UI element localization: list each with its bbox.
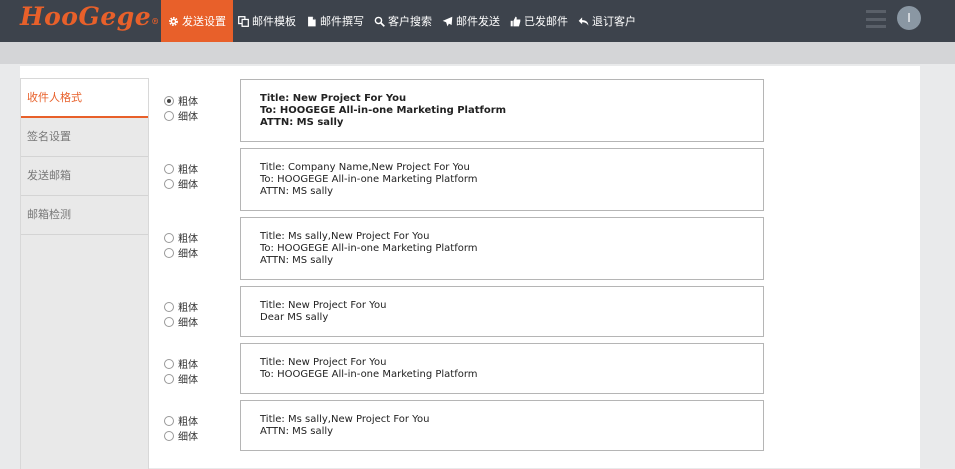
bold-radio-option[interactable]: 粗体: [164, 161, 198, 176]
logo-registered-mark: ®: [151, 16, 160, 26]
weight-radio-group: 粗体 细体: [164, 299, 198, 329]
radio-button[interactable]: [164, 110, 174, 121]
preview-line: Title: Company Name,New Project For You: [260, 161, 470, 173]
nav-item-compose-mail[interactable]: 邮件撰写: [301, 0, 369, 42]
bold-radio-option[interactable]: 粗体: [164, 299, 198, 314]
preview-line: ATTN: MS sally: [260, 254, 334, 266]
radio-button[interactable]: [164, 247, 174, 258]
bold-radio-option[interactable]: 粗体: [164, 356, 198, 371]
thumbs-up-icon: [510, 16, 521, 27]
top-nav-bar: HooGege® 发送设置 邮件模板 邮件撰写 客户搜索 邮件发送 已发邮件 退…: [0, 0, 955, 42]
bold-label: 粗体: [178, 360, 198, 371]
bold-radio-option[interactable]: 粗体: [164, 230, 198, 245]
thin-label: 细体: [178, 375, 198, 386]
menu-toggle-icon[interactable]: [866, 10, 886, 28]
nav-item-label: 发送设置: [182, 15, 226, 28]
bold-label: 粗体: [178, 417, 198, 428]
nav-item-label: 客户搜索: [388, 15, 432, 28]
thin-radio-option[interactable]: 细体: [164, 245, 198, 260]
weight-radio-group: 粗体 细体: [164, 161, 198, 191]
nav-item-label: 邮件发送: [456, 15, 500, 28]
nav-item-label: 邮件模板: [252, 15, 296, 28]
bold-radio-option[interactable]: 粗体: [164, 413, 198, 428]
avatar[interactable]: I: [897, 6, 921, 30]
bold-label: 粗体: [178, 97, 198, 108]
preview-line: Title: Ms sally,New Project For You: [260, 413, 430, 425]
radio-button[interactable]: [164, 301, 174, 312]
radio-button[interactable]: [164, 415, 174, 426]
sidebar-item-signature-settings[interactable]: 签名设置: [21, 118, 148, 157]
weight-radio-group: 粗体 细体: [164, 230, 198, 260]
thin-label: 细体: [178, 249, 198, 260]
radio-button[interactable]: [164, 232, 174, 243]
bold-label: 粗体: [178, 303, 198, 314]
weight-radio-group: 粗体 细体: [164, 356, 198, 386]
radio-button[interactable]: [164, 430, 174, 441]
format-preview-box: Title: Ms sally,New Project For You To: …: [240, 217, 764, 280]
logo-text: HooGege: [20, 2, 152, 31]
bold-radio-option[interactable]: 粗体: [164, 93, 198, 108]
gear-icon: [168, 16, 179, 27]
radio-button[interactable]: [164, 358, 174, 369]
nav-item-send-mail[interactable]: 邮件发送: [437, 0, 505, 42]
preview-line: ATTN: MS sally: [260, 425, 334, 437]
nav-item-sent-mail[interactable]: 已发邮件: [505, 0, 573, 42]
preview-line: ATTN: MS sally: [260, 116, 344, 128]
radio-button[interactable]: [164, 95, 174, 106]
nav-item-label: 邮件撰写: [320, 15, 364, 28]
sidebar-item-recipient-format[interactable]: 收件人格式: [21, 79, 148, 118]
preview-line: Dear MS sally: [260, 311, 329, 323]
nav-item-label: 退订客户: [592, 15, 636, 28]
preview-line: Title: New Project For You: [260, 356, 387, 368]
search-icon: [374, 16, 385, 27]
logo[interactable]: HooGege®: [20, 0, 160, 34]
thin-radio-option[interactable]: 细体: [164, 108, 198, 123]
thin-label: 细体: [178, 432, 198, 443]
nav-item-send-settings[interactable]: 发送设置: [161, 0, 233, 42]
preview-line: To: HOOGEGE All-in-one Marketing Platfor…: [260, 368, 478, 380]
thin-radio-option[interactable]: 细体: [164, 428, 198, 443]
format-preview-box: Title: Company Name,New Project For You …: [240, 148, 764, 211]
preview-line: ATTN: MS sally: [260, 185, 334, 197]
nav-item-mail-templates[interactable]: 邮件模板: [233, 0, 301, 42]
sidebar-item-sending-mailbox[interactable]: 发送邮箱: [21, 157, 148, 196]
bold-label: 粗体: [178, 165, 198, 176]
preview-line: Title: New Project For You: [260, 92, 407, 104]
paper-plane-icon: [442, 16, 453, 27]
document-icon: [306, 16, 317, 27]
settings-sidebar: 收件人格式 签名设置 发送邮箱 邮箱检测: [20, 78, 149, 469]
preview-line: Title: New Project For You: [260, 299, 387, 311]
weight-radio-group: 粗体 细体: [164, 93, 198, 123]
format-preview-box: Title: New Project For You To: HOOGEGE A…: [240, 79, 764, 142]
format-preview-box: Title: Ms sally,New Project For You ATTN…: [240, 400, 764, 451]
thin-label: 细体: [178, 318, 198, 329]
sidebar-item-mailbox-check[interactable]: 邮箱检测: [21, 196, 148, 235]
thin-label: 细体: [178, 112, 198, 123]
preview-line: To: HOOGEGE All-in-one Marketing Platfor…: [260, 173, 478, 185]
format-preview-box: Title: New Project For You To: HOOGEGE A…: [240, 343, 764, 394]
thin-radio-option[interactable]: 细体: [164, 371, 198, 386]
preview-line: To: HOOGEGE All-in-one Marketing Platfor…: [260, 104, 507, 116]
preview-line: To: HOOGEGE All-in-one Marketing Platfor…: [260, 242, 478, 254]
radio-button[interactable]: [164, 373, 174, 384]
radio-button[interactable]: [164, 178, 174, 189]
weight-radio-group: 粗体 细体: [164, 413, 198, 443]
main-nav: 发送设置 邮件模板 邮件撰写 客户搜索 邮件发送 已发邮件 退订客户: [161, 0, 641, 42]
thin-radio-option[interactable]: 细体: [164, 176, 198, 191]
radio-button[interactable]: [164, 316, 174, 327]
sub-header-bar: [0, 42, 955, 64]
nav-item-unsubscribed-customers[interactable]: 退订客户: [573, 0, 641, 42]
reply-icon: [578, 16, 589, 27]
thin-radio-option[interactable]: 细体: [164, 314, 198, 329]
nav-item-customer-search[interactable]: 客户搜索: [369, 0, 437, 42]
nav-item-label: 已发邮件: [524, 15, 568, 28]
copy-icon: [238, 15, 249, 27]
radio-button[interactable]: [164, 163, 174, 174]
thin-label: 细体: [178, 180, 198, 191]
bold-label: 粗体: [178, 234, 198, 245]
preview-line: Title: Ms sally,New Project For You: [260, 230, 430, 242]
format-preview-box: Title: New Project For You Dear MS sally: [240, 286, 764, 337]
